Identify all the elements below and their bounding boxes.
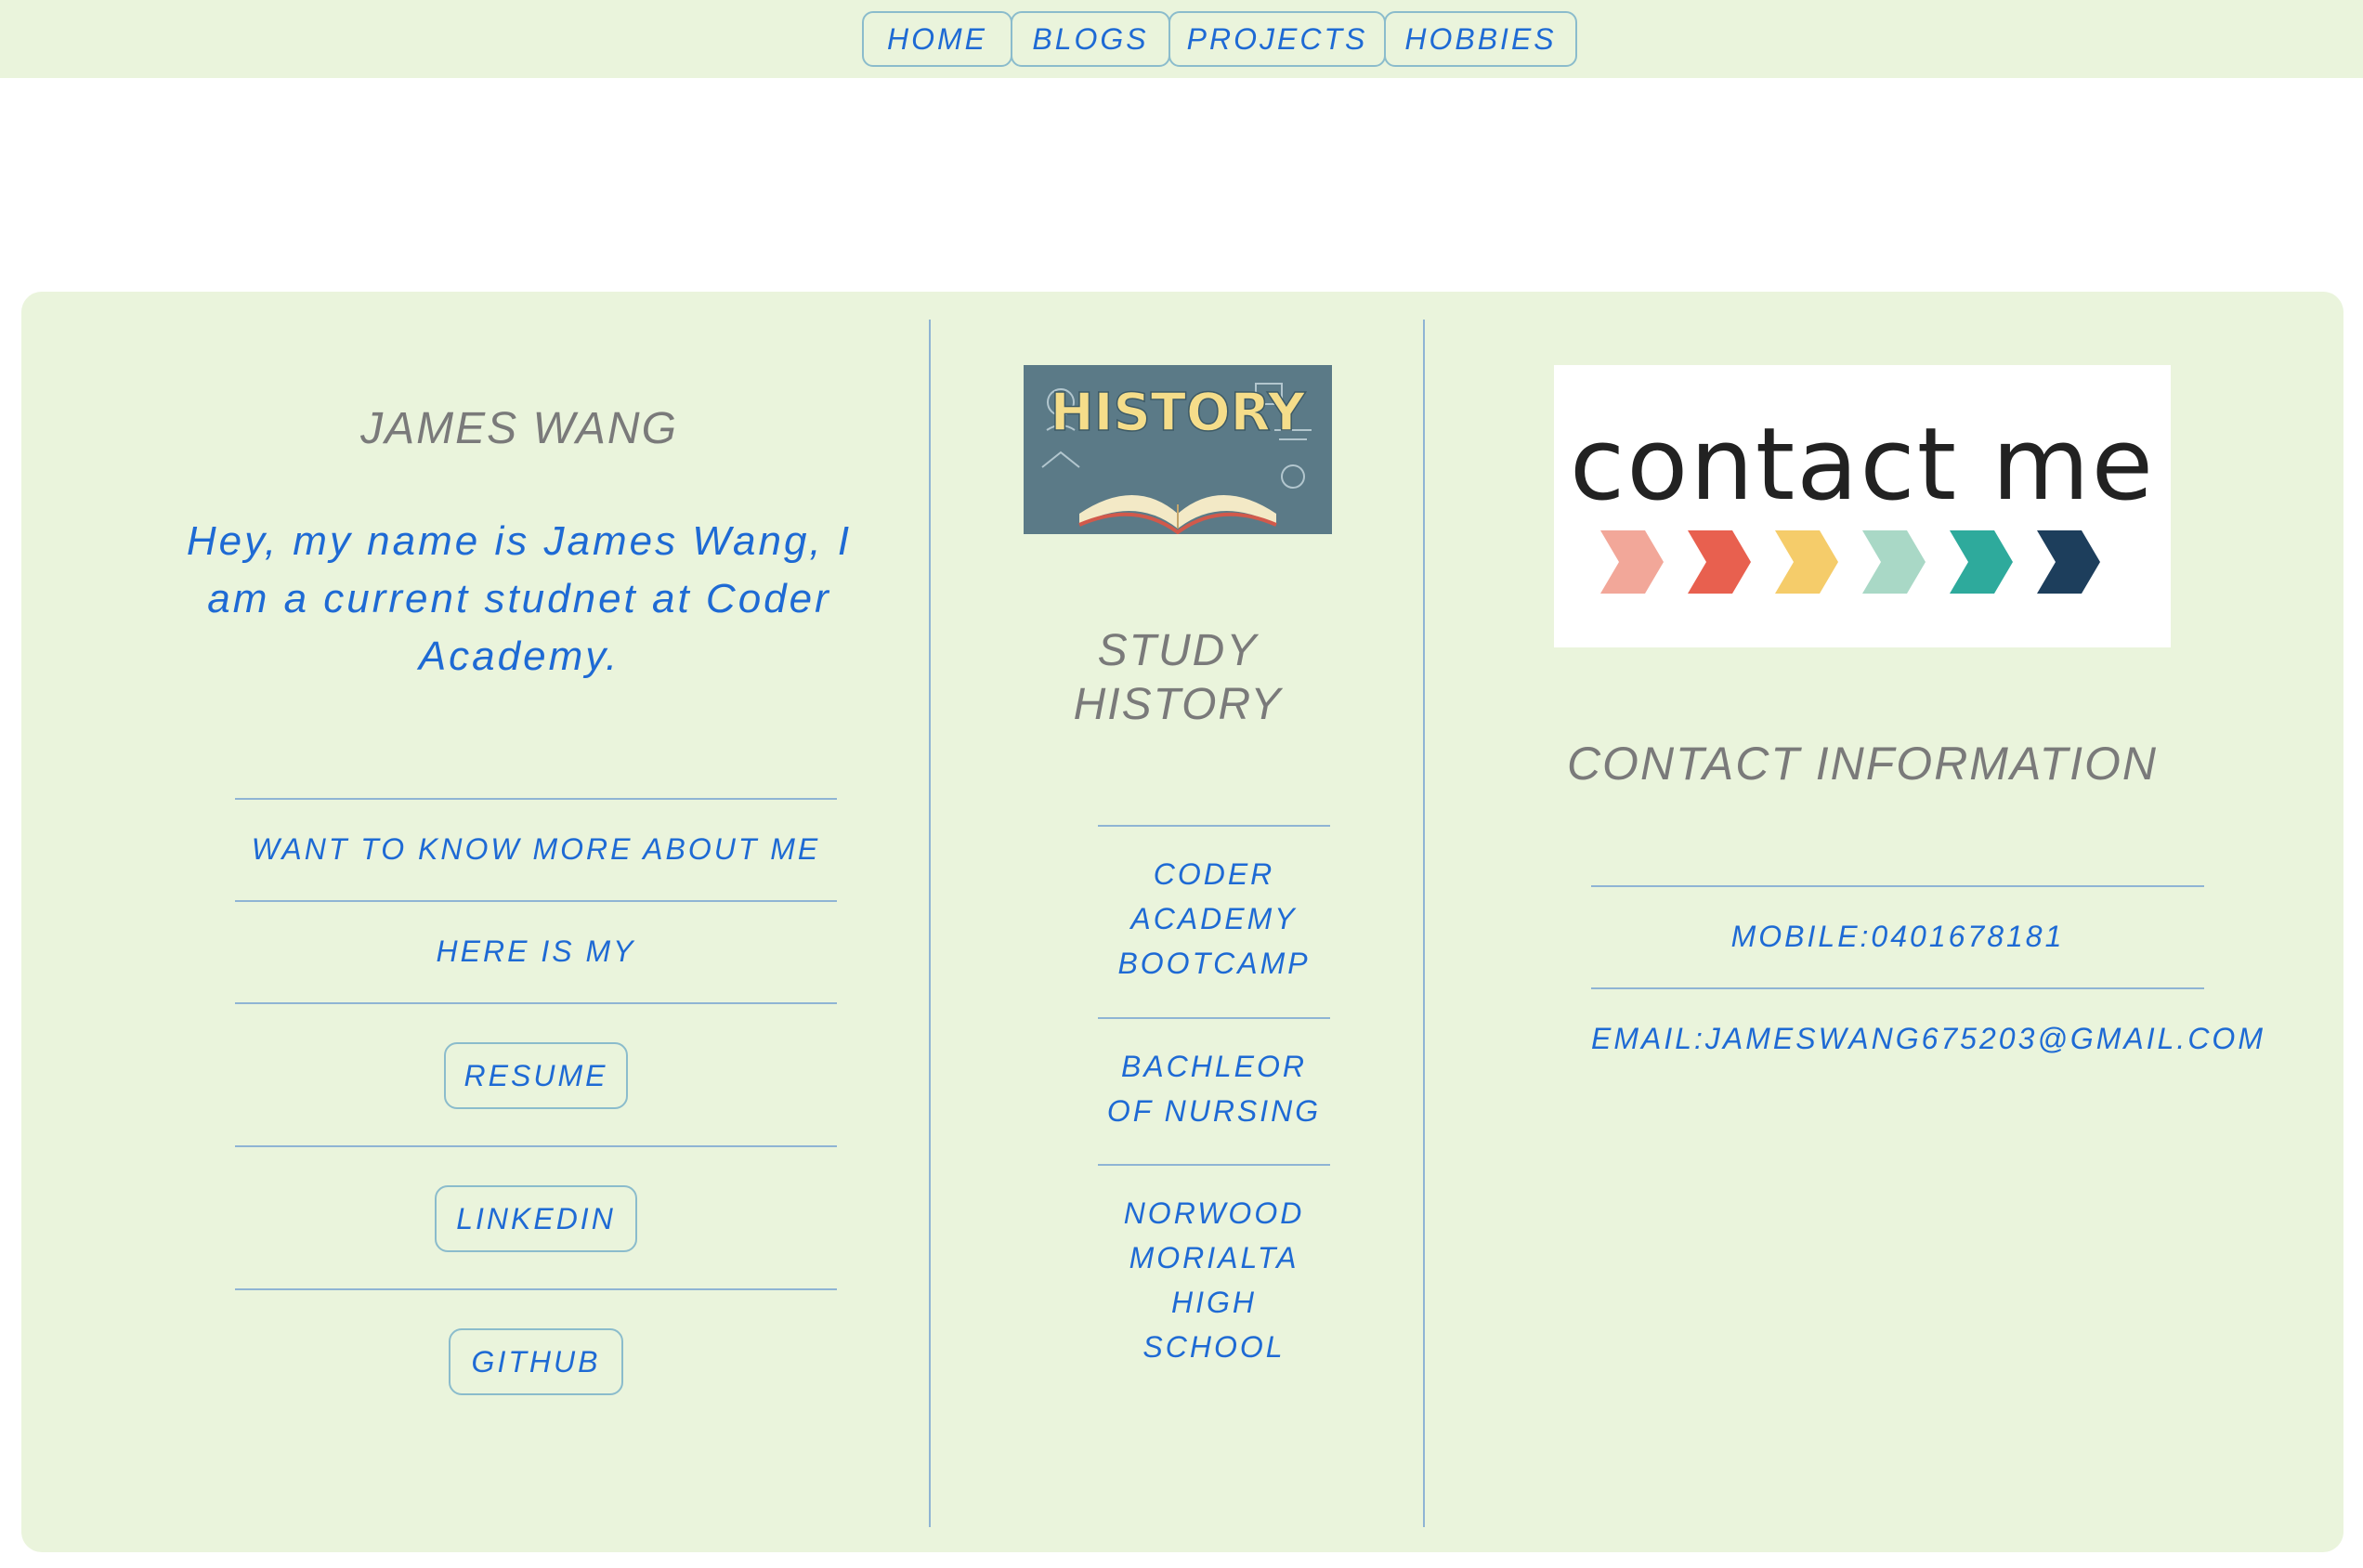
study-item-coder-academy: CODER ACADEMY BOOTCAMP xyxy=(1117,857,1311,980)
about-name-heading: JAMES WANG xyxy=(360,404,678,453)
history-image-word: HISTORY xyxy=(1051,383,1307,443)
study-divider xyxy=(1098,825,1330,827)
nav-hobbies-button[interactable]: HOBBIES xyxy=(1384,11,1577,67)
about-intro-text: Hey, my name is James Wang, I am a curre… xyxy=(186,518,853,679)
nav-projects-button[interactable]: PROJECTS xyxy=(1168,11,1386,67)
nav-home-button[interactable]: HOME xyxy=(862,11,1012,67)
about-divider xyxy=(235,1145,837,1147)
contact-information-heading: CONTACT INFORMATION xyxy=(1566,738,2159,790)
main-panel: JAMES WANG Hey, my name is James Wang, I… xyxy=(21,292,2343,1552)
about-divider xyxy=(235,1288,837,1290)
contact-divider xyxy=(1591,987,2204,989)
contact-me-image: contact me xyxy=(1554,365,2171,647)
study-item-nursing: BACHLEOR OF NURSING xyxy=(1106,1050,1322,1128)
about-divider xyxy=(235,798,837,800)
contact-divider xyxy=(1591,885,2204,887)
github-button[interactable]: GITHUB xyxy=(449,1328,623,1395)
study-divider xyxy=(1098,1164,1330,1166)
top-nav-bar: HOME BLOGS PROJECTS HOBBIES xyxy=(0,0,2363,78)
history-image: HISTORY xyxy=(1024,365,1332,534)
about-more-text: WANT TO KNOW MORE ABOUT ME xyxy=(251,832,821,866)
about-here-text: HERE IS MY xyxy=(436,934,636,968)
nav-blogs-button[interactable]: BLOGS xyxy=(1011,11,1170,67)
resume-button[interactable]: RESUME xyxy=(444,1042,628,1109)
color-arrows-icon xyxy=(1600,530,2100,594)
contact-email[interactable]: EMAIL:JAMESWANG675203@GMAIL.COM xyxy=(1591,1016,2263,1061)
study-divider xyxy=(1098,1017,1330,1019)
contact-mobile[interactable]: MOBILE:0401678181 xyxy=(1591,914,2204,959)
about-divider xyxy=(235,1002,837,1004)
study-history-heading: STUDY HISTORY xyxy=(1073,626,1283,729)
study-item-high-school: NORWOOD MORIALTA HIGH SCHOOL xyxy=(1123,1196,1305,1364)
about-divider xyxy=(235,900,837,902)
column-divider-right xyxy=(1423,320,1425,1527)
linkedin-button[interactable]: LINKEDIN xyxy=(435,1185,637,1252)
history-illustration-icon: HISTORY xyxy=(1041,382,1312,534)
column-divider-left xyxy=(929,320,931,1527)
